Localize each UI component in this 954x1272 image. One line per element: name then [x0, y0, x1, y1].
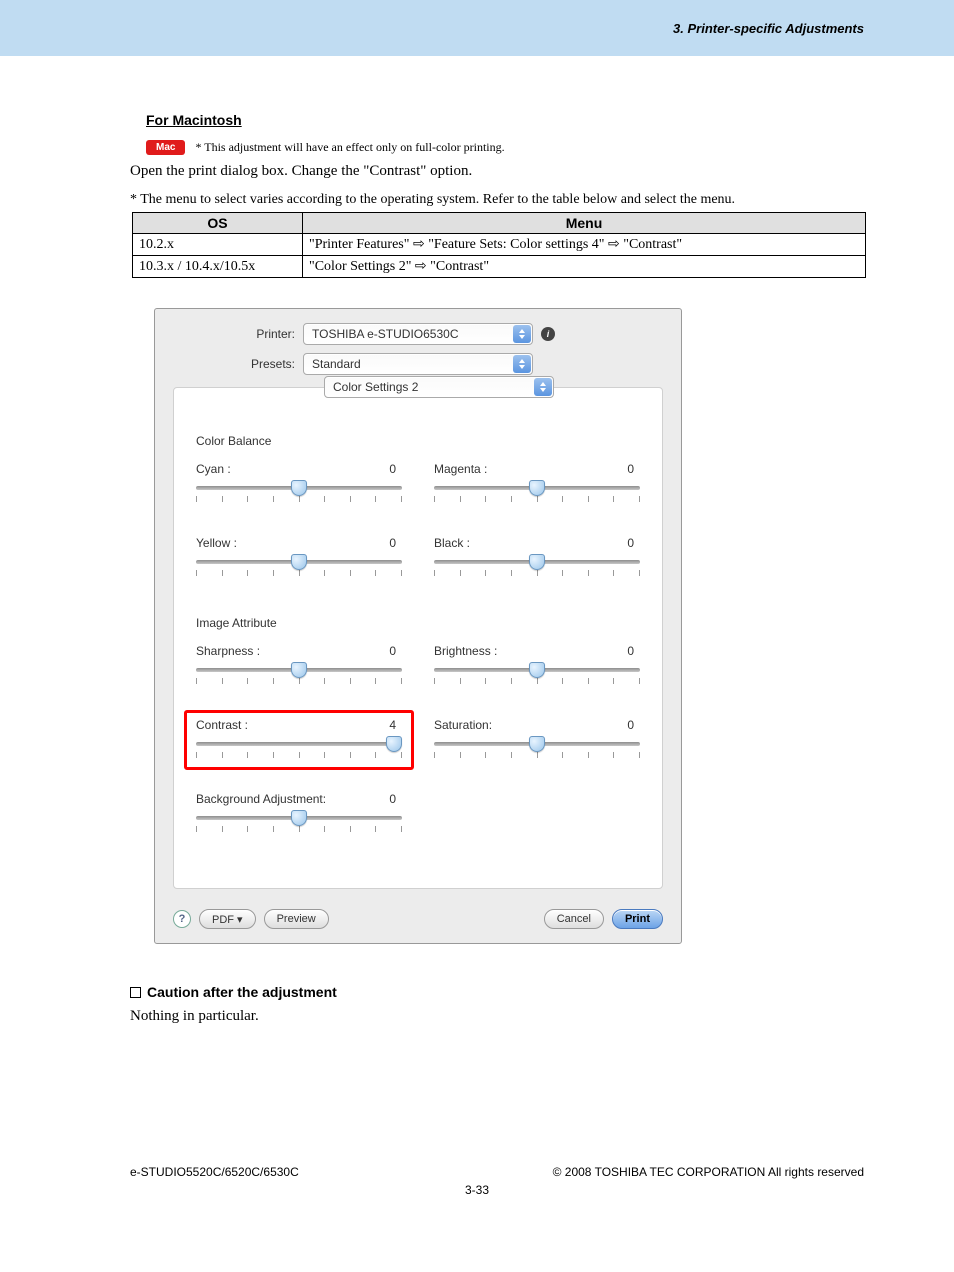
presets-value: Standard	[312, 357, 361, 371]
slider-label: Magenta :	[434, 462, 487, 476]
cell-menu: "Color Settings 2" ⇨ "Contrast"	[303, 256, 866, 278]
printer-popup[interactable]: TOSHIBA e-STUDIO6530C	[303, 323, 533, 345]
slider-track[interactable]	[434, 664, 640, 692]
slider-value: 4	[389, 718, 396, 732]
slider-label: Background Adjustment:	[196, 792, 326, 806]
group-color-balance: Color Balance	[196, 434, 640, 448]
slider-thumb	[529, 554, 545, 570]
slider-label: Yellow :	[196, 536, 237, 550]
th-os: OS	[133, 213, 303, 234]
os-menu-table: OS Menu 10.2.x "Printer Features" ⇨ "Fea…	[132, 212, 866, 278]
th-menu: Menu	[303, 213, 866, 234]
slider-value: 0	[627, 462, 634, 476]
cell-os: 10.3.x / 10.4.x/10.5x	[133, 256, 303, 278]
cell-menu: "Printer Features" ⇨ "Feature Sets: Colo…	[303, 234, 866, 256]
slider-label: Black :	[434, 536, 470, 550]
slider-value: 0	[627, 718, 634, 732]
slider-thumb	[291, 810, 307, 826]
caution-title: Caution after the adjustment	[130, 984, 864, 1000]
slider-track[interactable]	[196, 482, 402, 510]
chevron-updown-icon	[513, 325, 531, 343]
printer-value: TOSHIBA e-STUDIO6530C	[312, 327, 459, 341]
breadcrumb: 3. Printer-specific Adjustments	[673, 21, 864, 36]
settings-panel: Color Settings 2 Color Balance Cyan : 0	[173, 387, 663, 889]
slider-value: 0	[627, 644, 634, 658]
slider-black: Black : 0	[434, 536, 640, 584]
slider-label: Contrast :	[196, 718, 248, 732]
page-footer: e-STUDIO5520C/6520C/6530C © 2008 TOSHIBA…	[0, 1025, 954, 1179]
slider-thumb	[529, 480, 545, 496]
slider-thumb	[291, 480, 307, 496]
print-button[interactable]: Print	[612, 909, 663, 929]
slider-thumb	[529, 662, 545, 678]
settings-value: Color Settings 2	[333, 380, 418, 394]
slider-track[interactable]	[196, 812, 402, 840]
help-icon[interactable]: ?	[173, 910, 191, 928]
slider-track[interactable]	[196, 556, 402, 584]
preview-button[interactable]: Preview	[264, 909, 329, 929]
info-icon[interactable]: i	[541, 327, 555, 341]
slider-bgadjust: Background Adjustment: 0	[196, 792, 402, 840]
slider-value: 0	[389, 792, 396, 806]
instruction-text: Open the print dialog box. Change the "C…	[130, 161, 864, 182]
presets-popup[interactable]: Standard	[303, 353, 533, 375]
slider-thumb	[291, 662, 307, 678]
slider-label: Cyan :	[196, 462, 231, 476]
cancel-button[interactable]: Cancel	[544, 909, 604, 929]
slider-track[interactable]	[434, 482, 640, 510]
slider-cyan: Cyan : 0	[196, 462, 402, 510]
table-row: 10.2.x "Printer Features" ⇨ "Feature Set…	[133, 234, 866, 256]
slider-label: Sharpness :	[196, 644, 260, 658]
slider-track[interactable]	[434, 556, 640, 584]
mac-badge: Mac	[146, 140, 185, 155]
slider-magenta: Magenta : 0	[434, 462, 640, 510]
slider-thumb	[291, 554, 307, 570]
section-title: For Macintosh	[146, 112, 864, 128]
slider-yellow: Yellow : 0	[196, 536, 402, 584]
settings-popup[interactable]: Color Settings 2	[324, 376, 554, 398]
cell-os: 10.2.x	[133, 234, 303, 256]
chevron-updown-icon	[513, 355, 531, 373]
pdf-button[interactable]: PDF ▾	[199, 909, 256, 929]
page-number: 3-33	[0, 1183, 954, 1197]
slider-label: Saturation:	[434, 718, 492, 732]
slider-track[interactable]	[196, 738, 402, 766]
caution-body: Nothing in particular.	[130, 1008, 864, 1025]
checkbox-icon	[130, 987, 141, 998]
printer-label: Printer:	[173, 327, 303, 341]
slider-track[interactable]	[196, 664, 402, 692]
slider-thumb	[529, 736, 545, 752]
table-note: * The menu to select varies according to…	[130, 192, 864, 208]
slider-contrast: Contrast : 4	[196, 718, 402, 766]
print-dialog: Printer: TOSHIBA e-STUDIO6530C i Presets…	[154, 308, 682, 944]
chevron-updown-icon	[534, 378, 552, 396]
footer-left: e-STUDIO5520C/6520C/6530C	[130, 1165, 299, 1179]
slider-label: Brightness :	[434, 644, 497, 658]
slider-value: 0	[389, 462, 396, 476]
slider-thumb	[386, 736, 402, 752]
slider-brightness: Brightness : 0	[434, 644, 640, 692]
footer-right: © 2008 TOSHIBA TEC CORPORATION All right…	[553, 1165, 864, 1179]
presets-label: Presets:	[173, 357, 303, 371]
slider-value: 0	[389, 536, 396, 550]
group-image-attribute: Image Attribute	[196, 616, 640, 630]
slider-value: 0	[389, 644, 396, 658]
note-text: * This adjustment will have an effect on…	[195, 140, 504, 155]
slider-sharpness: Sharpness : 0	[196, 644, 402, 692]
page-header: 3. Printer-specific Adjustments	[0, 0, 954, 56]
table-row: 10.3.x / 10.4.x/10.5x "Color Settings 2"…	[133, 256, 866, 278]
slider-track[interactable]	[434, 738, 640, 766]
slider-saturation: Saturation: 0	[434, 718, 640, 766]
slider-value: 0	[627, 536, 634, 550]
